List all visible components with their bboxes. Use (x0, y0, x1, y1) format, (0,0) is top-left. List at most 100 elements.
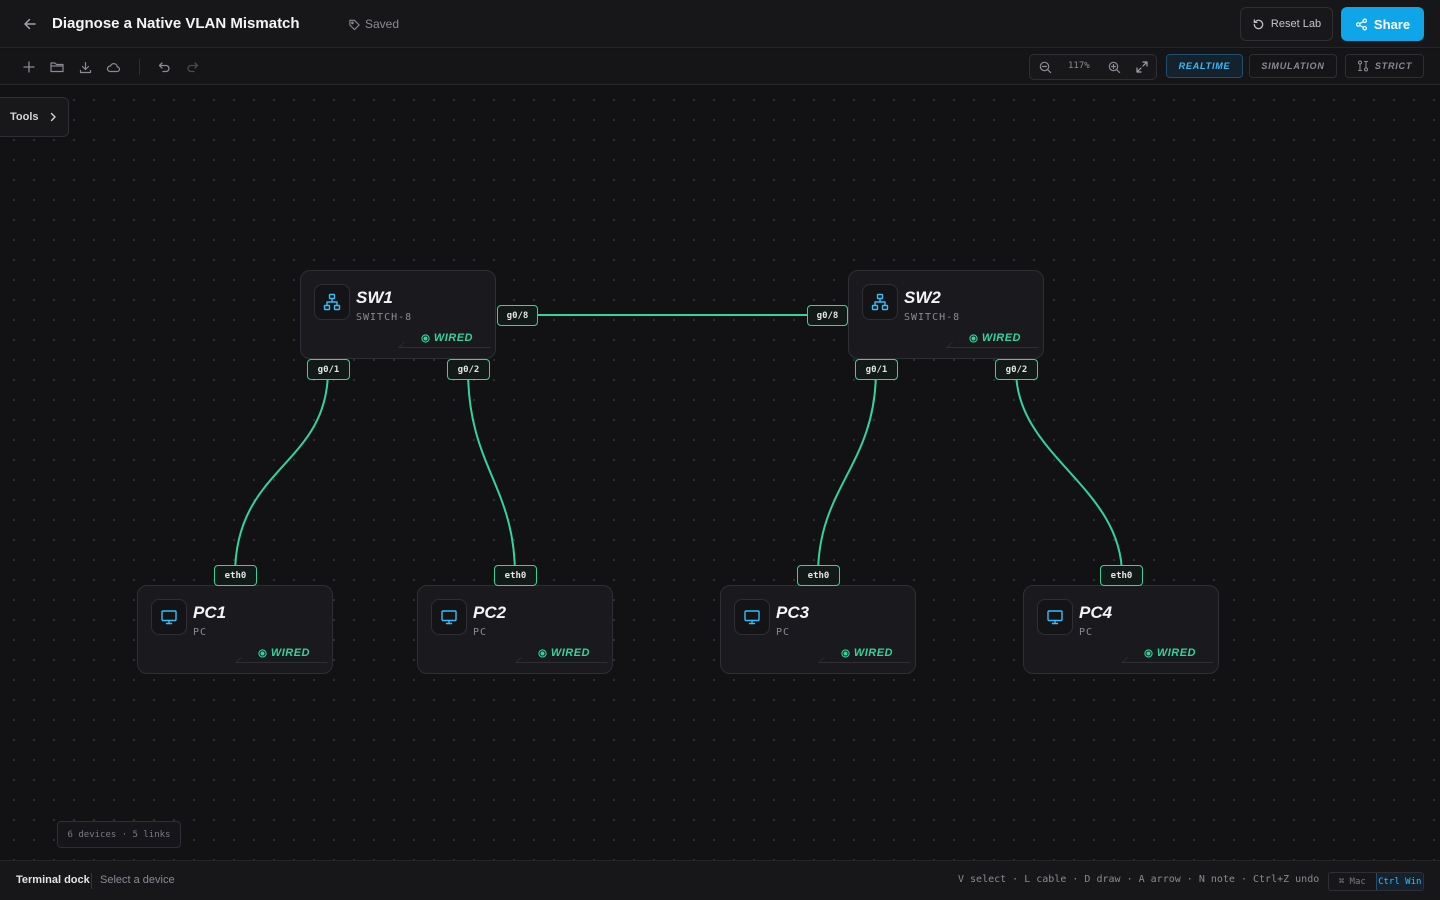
device-pc1[interactable]: PC1 PC WIRED (137, 585, 333, 674)
device-pc2[interactable]: PC2 PC WIRED (417, 585, 613, 674)
link-sw2-pc4[interactable] (1015, 369, 1123, 576)
redo-button[interactable] (183, 58, 201, 76)
link-sw1-pc1[interactable] (234, 369, 329, 576)
status-dot-icon (841, 648, 850, 658)
device-name: SW1 (356, 288, 393, 307)
download-icon (79, 61, 91, 73)
topology-stats: 6 devices · 5 links (57, 821, 181, 848)
topology-canvas[interactable]: Tools SW1 SWITCH-8 WIRED SW2 SWITCH-8 WI… (0, 86, 1440, 860)
monitor-icon (744, 610, 760, 625)
monitor-icon (441, 610, 457, 625)
device-type: SWITCH-8 (356, 312, 413, 323)
arrow-left-icon (24, 18, 36, 30)
device-pc3[interactable]: PC3 PC WIRED (720, 585, 916, 674)
port-sw2-g0-2[interactable]: g0/2 (995, 359, 1038, 380)
os-win-option[interactable]: Ctrl Win (1375, 873, 1423, 890)
open-button[interactable] (48, 58, 66, 76)
share-button[interactable]: Share (1341, 7, 1424, 41)
monitor-icon (1047, 610, 1063, 625)
keyboard-shortcuts: V select · L cable · D draw · A arrow · … (958, 874, 1320, 885)
device-pc4[interactable]: PC4 PC WIRED (1023, 585, 1219, 674)
device-type: PC (473, 627, 488, 638)
link-status-label: WIRED (270, 647, 310, 659)
port-pc4-eth0[interactable]: eth0 (1100, 565, 1143, 586)
monitor-icon (161, 610, 177, 625)
undo-button[interactable] (155, 58, 173, 76)
folder-icon (50, 62, 64, 73)
port-pc1-eth0[interactable]: eth0 (214, 565, 257, 586)
toolbar: 117% REALTIME SIMULATION STRICT (0, 49, 1440, 85)
device-sw2-icon-box (862, 284, 898, 320)
mode-simulation-button[interactable]: SIMULATION (1249, 54, 1337, 78)
dock-divider (91, 873, 92, 889)
link-status: WIRED (538, 647, 590, 659)
redo-icon (186, 62, 198, 73)
os-toggle: ⌘ Mac Ctrl Win (1328, 872, 1424, 891)
zoom-in-button[interactable] (1105, 58, 1123, 76)
status-dot-icon (421, 333, 430, 343)
status-dot-icon (1144, 648, 1153, 658)
download-button[interactable] (76, 58, 94, 76)
device-type: PC (1079, 627, 1094, 638)
zoom-in-icon (1108, 61, 1120, 73)
zoom-controls: 117% (1029, 54, 1157, 80)
status-dot-icon (538, 648, 547, 658)
link-status-label: WIRED (433, 332, 473, 344)
device-name: SW2 (904, 288, 941, 307)
terminal-dock-hint: Select a device (100, 874, 175, 886)
port-sw1-g0-1[interactable]: g0/1 (307, 359, 350, 380)
port-pc2-eth0[interactable]: eth0 (494, 565, 537, 586)
reset-lab-button[interactable]: Reset Lab (1240, 7, 1333, 41)
port-sw2-uplink[interactable]: g0/8 (807, 305, 848, 326)
link-status: WIRED (969, 332, 1021, 344)
fit-view-button[interactable] (1133, 58, 1151, 76)
reset-icon (1253, 18, 1264, 29)
link-status-label: WIRED (853, 647, 893, 659)
save-status-label: Saved (365, 17, 400, 31)
device-sw1[interactable]: SW1 SWITCH-8 WIRED (300, 270, 496, 359)
device-name: PC2 (473, 603, 507, 622)
undo-icon (158, 62, 170, 73)
link-status: WIRED (258, 647, 310, 659)
status-dot-icon (258, 648, 267, 658)
terminal-dock-label: Terminal dock (16, 874, 90, 886)
cloud-icon (106, 62, 120, 72)
link-sw1-pc2[interactable] (467, 369, 516, 576)
link-sw2-pc3[interactable] (817, 369, 877, 576)
device-type: PC (193, 627, 208, 638)
device-pc4-icon-box (1037, 599, 1073, 635)
port-pc3-eth0[interactable]: eth0 (797, 565, 840, 586)
terminal-dock: Terminal dock Select a device V select ·… (0, 860, 1440, 900)
new-button[interactable] (20, 58, 38, 76)
mode-strict-label: STRICT (1374, 61, 1413, 71)
plus-icon (23, 61, 35, 73)
device-name: PC1 (193, 603, 227, 622)
device-pc1-icon-box (151, 599, 187, 635)
device-name: PC3 (776, 603, 810, 622)
page-title: Diagnose a Native VLAN Mismatch (52, 15, 300, 32)
link-status: WIRED (421, 332, 473, 344)
zoom-out-button[interactable] (1036, 58, 1054, 76)
save-status: Saved (348, 17, 399, 31)
mode-strict-button[interactable]: STRICT (1345, 54, 1424, 78)
reset-lab-label: Reset Lab (1270, 18, 1322, 30)
device-pc2-icon-box (431, 599, 467, 635)
links-layer (234, 314, 1123, 576)
device-sw2[interactable]: SW2 SWITCH-8 WIRED (848, 270, 1044, 359)
mode-realtime-button[interactable]: REALTIME (1166, 54, 1243, 78)
port-sw1-g0-2[interactable]: g0/2 (447, 359, 490, 380)
back-button[interactable] (20, 14, 40, 34)
tag-icon (349, 19, 360, 30)
device-name: PC4 (1079, 603, 1113, 622)
link-status-label: WIRED (550, 647, 590, 659)
cloud-save-button[interactable] (104, 58, 122, 76)
port-sw2-g0-1[interactable]: g0/1 (855, 359, 898, 380)
device-pc3-icon-box (734, 599, 770, 635)
share-label: Share (1373, 16, 1411, 32)
link-status: WIRED (841, 647, 893, 659)
os-mac-option[interactable]: ⌘ Mac (1329, 873, 1376, 890)
port-sw1-uplink[interactable]: g0/8 (497, 305, 538, 326)
device-type: PC (776, 627, 791, 638)
expand-icon (1136, 61, 1148, 73)
link-status-label: WIRED (981, 332, 1021, 344)
